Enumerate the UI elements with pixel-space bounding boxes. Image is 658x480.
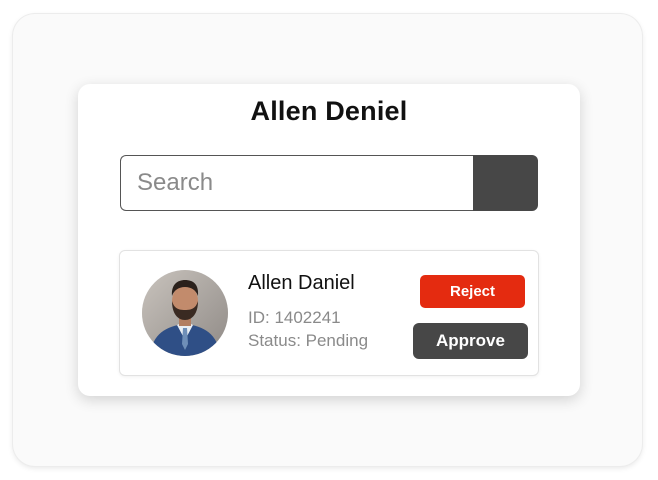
applicant-status: Status: Pending: [248, 331, 369, 350]
applicant-name: Allen Daniel: [248, 272, 355, 294]
search-bar: [120, 155, 538, 211]
avatar: [142, 270, 228, 356]
approve-button[interactable]: Approve: [413, 323, 528, 359]
search-button[interactable]: [473, 155, 538, 211]
profile-photo-icon: [142, 270, 228, 356]
applicant-id: ID: 1402241: [248, 308, 341, 327]
reject-button[interactable]: Reject: [420, 275, 525, 308]
panel-title: Allen Deniel: [250, 96, 408, 126]
search-input[interactable]: [120, 155, 474, 211]
